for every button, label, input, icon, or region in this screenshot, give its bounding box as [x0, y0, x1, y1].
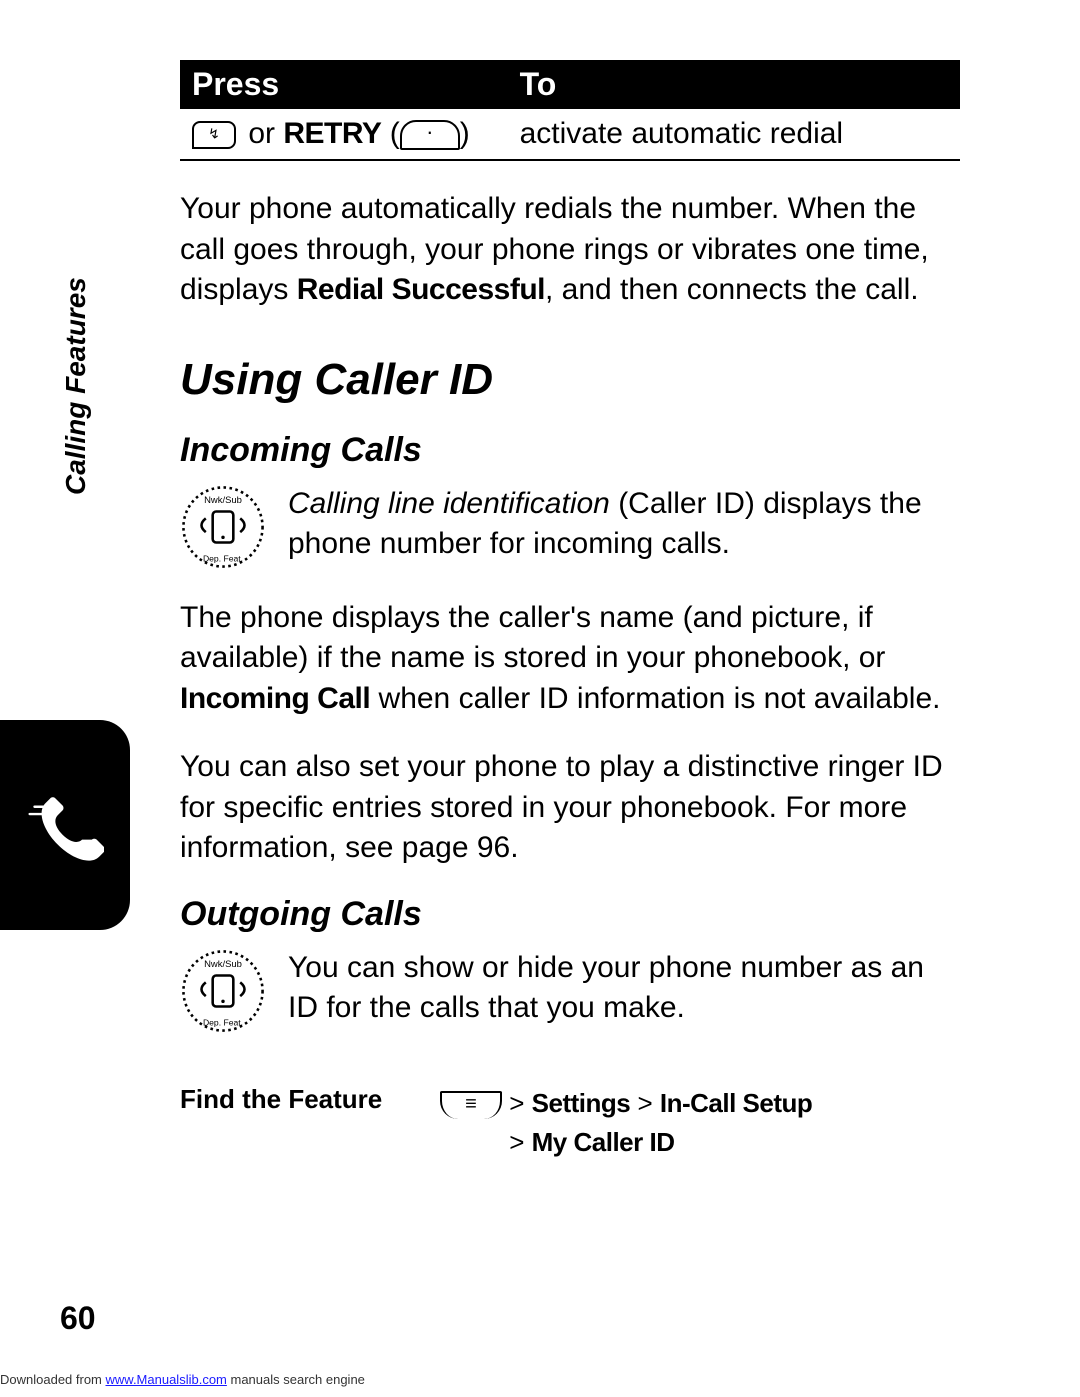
redial-successful-label: Redial Successful [297, 273, 545, 306]
svg-text:Dep. Feat.: Dep. Feat. [203, 553, 243, 563]
col-press-header: Press [180, 60, 508, 109]
paragraph-redial: Your phone automatically redials the num… [180, 189, 960, 311]
table-row: or RETRY () activate automatic redial [180, 109, 960, 160]
network-feature-icon: Nwk/Sub Dep. Feat. [180, 948, 266, 1034]
heading-outgoing-calls: Outgoing Calls [180, 895, 960, 934]
action-cell: activate automatic redial [508, 109, 960, 160]
network-feature-icon: Nwk/Sub Dep. Feat. [180, 484, 266, 570]
svg-text:Nwk/Sub: Nwk/Sub [204, 494, 242, 505]
text-or: or [240, 117, 283, 150]
svg-text:Nwk/Sub: Nwk/Sub [204, 958, 242, 969]
manualslib-link[interactable]: www.Manualslib.com [106, 1372, 227, 1387]
send-key-icon [192, 121, 236, 149]
svg-text:Dep. Feat.: Dep. Feat. [203, 1017, 243, 1027]
find-the-feature: Find the Feature > Settings > In-Call Se… [180, 1084, 960, 1162]
download-footer: Downloaded from www.Manualslib.com manua… [0, 1372, 365, 1387]
incoming-intro: Nwk/Sub Dep. Feat. Calling line identifi… [180, 484, 960, 570]
page-number: 60 [60, 1300, 96, 1337]
heading-using-caller-id: Using Caller ID [180, 355, 960, 405]
paragraph-incoming-2: The phone displays the caller's name (an… [180, 598, 960, 720]
menu-key-icon [440, 1091, 502, 1119]
paragraph-incoming-3: You can also set your phone to play a di… [180, 747, 960, 869]
phone-icon [26, 786, 104, 864]
calling-line-id-term: Calling line identification [288, 487, 610, 520]
incoming-call-label: Incoming Call [180, 682, 370, 715]
menu-path: > Settings > In-Call Setup > My Caller I… [440, 1084, 960, 1162]
outgoing-intro: Nwk/Sub Dep. Feat. You can show or hide … [180, 948, 960, 1034]
press-to-table: Press To or RETRY () activate automatic … [180, 60, 960, 161]
col-to-header: To [508, 60, 960, 109]
section-tab-phone-icon [0, 720, 130, 930]
find-feature-label: Find the Feature [180, 1084, 440, 1115]
manual-page: Calling Features Press To or RETRY () ac… [0, 0, 1080, 1397]
side-section-label: Calling Features [60, 277, 92, 495]
nav-key-icon [400, 120, 460, 150]
retry-label: RETRY [283, 117, 381, 150]
heading-incoming-calls: Incoming Calls [180, 431, 960, 470]
